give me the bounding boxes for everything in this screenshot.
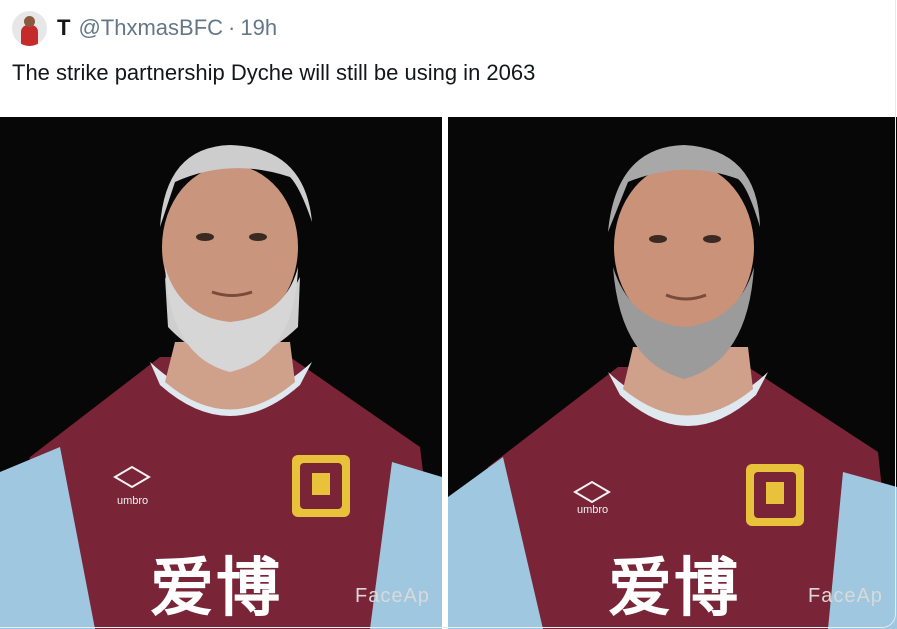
sponsor-text-right: 爱博 xyxy=(608,552,740,626)
kit-brand-right: umbro xyxy=(577,504,609,516)
separator-dot: · xyxy=(228,15,236,40)
avatar[interactable] xyxy=(12,10,47,46)
display-name[interactable]: T xyxy=(57,15,70,41)
kit-brand-left: umbro xyxy=(117,495,149,507)
tweet-card[interactable]: T @ThxmasBFC · 19h The strike partnershi… xyxy=(0,0,897,629)
media-photo-left[interactable]: umbro 爱博 FaceAp xyxy=(0,117,442,629)
user-handle[interactable]: @ThxmasBFC xyxy=(78,15,223,41)
media-photo-right[interactable]: umbro 爱博 FaceAp xyxy=(448,117,897,629)
sponsor-text-left: 爱博 xyxy=(150,552,282,626)
tweet-header: T @ThxmasBFC · 19h xyxy=(12,10,277,46)
watermark-left: FaceAp xyxy=(355,585,430,607)
timestamp[interactable]: 19h xyxy=(240,15,277,41)
tweet-text: The strike partnership Dyche will still … xyxy=(12,60,536,85)
watermark-right: FaceAp xyxy=(808,585,883,607)
